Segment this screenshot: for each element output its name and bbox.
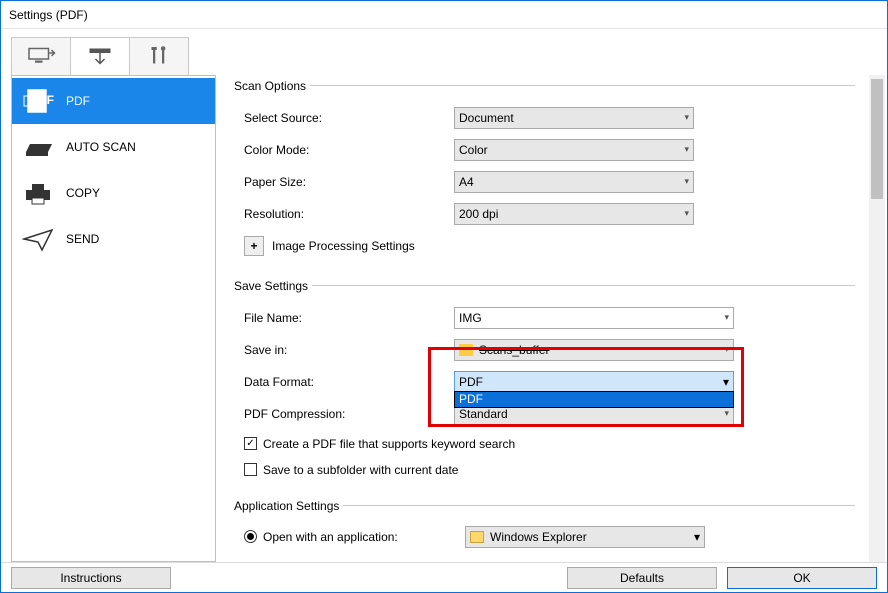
paper-size-label: Paper Size: <box>244 175 454 189</box>
save-in-label: Save in: <box>244 343 454 357</box>
svg-text:PDF: PDF <box>30 93 54 107</box>
keyword-search-label: Create a PDF file that supports keyword … <box>263 437 515 451</box>
folder-icon <box>459 344 473 356</box>
chevron-down-icon: ▾ <box>724 408 729 419</box>
color-mode-label: Color Mode: <box>244 143 454 157</box>
instructions-button[interactable]: Instructions <box>11 567 171 589</box>
tab-tools[interactable] <box>129 37 189 75</box>
defaults-button[interactable]: Defaults <box>567 567 717 589</box>
sidebar-item-pdf[interactable]: PDF PDF <box>12 78 215 124</box>
explorer-icon <box>470 531 484 543</box>
chevron-down-icon: ▾ <box>724 344 729 355</box>
paper-size-value: A4 <box>459 175 474 189</box>
image-processing-label: Image Processing Settings <box>272 239 415 253</box>
data-format-dropdown[interactable]: PDF ▾ <box>454 371 734 393</box>
resolution-value: 200 dpi <box>459 207 498 221</box>
data-format-value: PDF <box>459 375 483 389</box>
settings-panel: Scan Options Select Source: Document ▾ C… <box>222 75 863 563</box>
sidebar: PDF PDF AUTO SCAN COPY SEND <box>11 75 216 563</box>
data-format-label: Data Format: <box>244 375 454 389</box>
sidebar-item-label: COPY <box>66 186 100 200</box>
open-with-radio[interactable] <box>244 530 257 543</box>
save-in-dropdown[interactable]: Scans_buffer ▾ <box>454 339 734 361</box>
ok-button[interactable]: OK <box>727 567 877 589</box>
chevron-down-icon: ▾ <box>684 144 689 155</box>
select-source-value: Document <box>459 111 514 125</box>
printer-icon <box>22 180 56 206</box>
vertical-scrollbar[interactable] <box>869 75 885 563</box>
file-name-value: IMG <box>459 311 482 325</box>
scanner-icon <box>22 134 56 160</box>
paper-size-dropdown[interactable]: A4 ▾ <box>454 171 694 193</box>
pdf-icon: PDF <box>22 88 56 114</box>
color-mode-value: Color <box>459 143 488 157</box>
settings-window: Settings (PDF) <box>0 0 888 593</box>
window-title: Settings (PDF) <box>1 1 887 29</box>
ok-label: OK <box>793 571 810 585</box>
color-mode-dropdown[interactable]: Color ▾ <box>454 139 694 161</box>
chevron-down-icon: ▾ <box>694 530 700 544</box>
scrollbar-thumb[interactable] <box>871 79 883 199</box>
sidebar-item-autoscan[interactable]: AUTO SCAN <box>12 124 215 170</box>
sidebar-item-send[interactable]: SEND <box>12 216 215 262</box>
save-in-value: Scans_buffer <box>479 343 550 357</box>
resolution-label: Resolution: <box>244 207 454 221</box>
tools-icon <box>144 45 174 67</box>
device-scan-icon <box>85 45 115 67</box>
save-settings-legend: Save Settings <box>230 279 312 293</box>
select-source-dropdown[interactable]: Document ▾ <box>454 107 694 129</box>
keyword-search-checkbox[interactable]: ✓ <box>244 437 257 450</box>
subfolder-date-checkbox[interactable] <box>244 463 257 476</box>
chevron-down-icon: ▾ <box>684 176 689 187</box>
paper-plane-icon <box>22 226 56 252</box>
scan-options-legend: Scan Options <box>230 79 310 93</box>
sidebar-item-copy[interactable]: COPY <box>12 170 215 216</box>
top-tabs <box>1 29 887 75</box>
tab-scan-from-computer[interactable] <box>11 37 71 75</box>
subfolder-date-label: Save to a subfolder with current date <box>263 463 458 477</box>
pdf-compression-label: PDF Compression: <box>244 407 454 421</box>
sidebar-item-label: PDF <box>66 94 90 108</box>
save-settings-group: Save Settings File Name: IMG ▾ Save in: … <box>230 279 855 487</box>
select-source-label: Select Source: <box>244 111 454 125</box>
application-settings-legend: Application Settings <box>230 499 343 513</box>
application-settings-group: Application Settings Open with an applic… <box>230 499 855 555</box>
file-name-label: File Name: <box>244 311 454 325</box>
file-name-input[interactable]: IMG ▾ <box>454 307 734 329</box>
open-with-dropdown[interactable]: Windows Explorer ▾ <box>465 526 705 548</box>
sidebar-item-label: AUTO SCAN <box>66 140 136 154</box>
instructions-label: Instructions <box>60 571 121 585</box>
monitor-arrow-icon <box>26 45 56 67</box>
image-processing-expand-button[interactable]: + <box>244 236 264 256</box>
defaults-label: Defaults <box>620 571 664 585</box>
tab-scan-from-device[interactable] <box>70 37 130 75</box>
pdf-compression-value: Standard <box>459 407 508 421</box>
open-with-label: Open with an application: <box>263 530 459 544</box>
chevron-down-icon: ▾ <box>684 208 689 219</box>
scan-options-group: Scan Options Select Source: Document ▾ C… <box>230 79 855 267</box>
data-format-dropdown-option[interactable]: PDF <box>454 391 734 408</box>
open-with-value: Windows Explorer <box>490 530 587 544</box>
chevron-down-icon: ▾ <box>684 112 689 123</box>
footer: Instructions Defaults OK <box>1 562 887 592</box>
chevron-down-icon: ▾ <box>723 375 729 389</box>
chevron-down-icon: ▾ <box>724 312 729 323</box>
resolution-dropdown[interactable]: 200 dpi ▾ <box>454 203 694 225</box>
sidebar-item-label: SEND <box>66 232 99 246</box>
data-format-option-label: PDF <box>459 392 483 406</box>
